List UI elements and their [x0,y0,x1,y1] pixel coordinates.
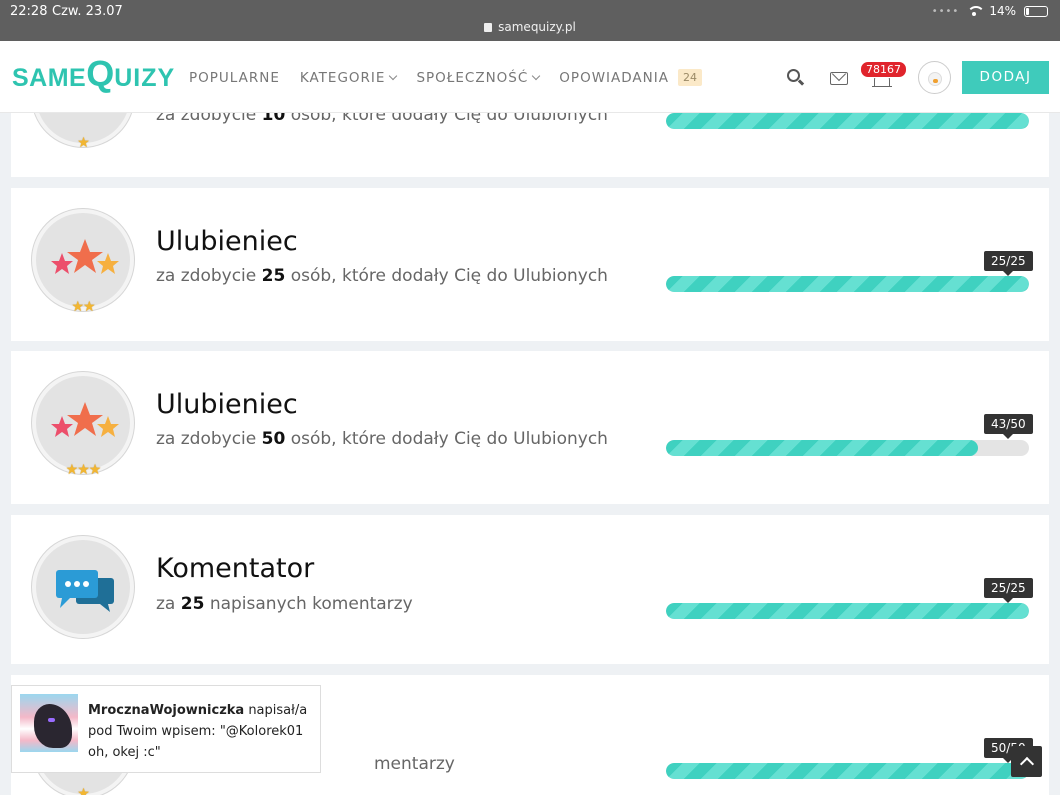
nav-community-label: SPOŁECZNOŚĆ [416,69,529,86]
level-stars-icon: ★ [77,135,90,151]
progress-bar [666,276,1029,292]
progress-fill [666,763,1029,779]
status-right: •••• 14% [932,4,1048,18]
battery-percent: 14% [989,4,1016,18]
wifi-icon [967,6,986,16]
nav-popular[interactable]: POPULARNE [189,69,280,86]
progress-bar [666,603,1029,619]
desc-suffix: mentarzy [374,754,455,774]
search-icon[interactable] [787,69,805,87]
address-bar[interactable]: samequizy.pl [0,20,1060,34]
progress-bar [666,763,1029,779]
achievement-card: ★★★ Ulubieniec za zdobycie 50 osób, któr… [11,351,1049,504]
achievement-description: za zdobycie 50 osób, które dodały Cię do… [156,429,608,449]
status-date: Czw. 23.07 [52,4,123,19]
chevron-down-icon [389,71,398,80]
progress-fill [666,113,1029,129]
stars-icon [51,402,119,437]
address-url: samequizy.pl [498,20,576,34]
nav-stories-label: OPOWIADANIA [559,69,669,86]
logo-q: Q [86,53,115,94]
level-stars-icon: ★ [77,786,90,795]
progress-tooltip: 25/25 [984,251,1033,276]
signal-dots-icon: •••• [931,5,960,17]
desc-number: 25 [180,594,205,614]
add-button[interactable]: DODAJ [962,61,1049,94]
desc-number: 50 [261,429,286,449]
progress-fill [666,603,1029,619]
progress-bar [666,440,1029,456]
battery-icon [1024,5,1048,17]
achievement-title: Ulubieniec [156,389,298,420]
desc-suffix: napisanych komentarzy [209,594,413,614]
chat-bubbles-icon [56,570,114,612]
level-stars-icon: ★★ [71,299,95,315]
site-header: SAME Q UIZY POPULARNE KATEGORIE SPOŁECZNOŚ… [0,41,1060,113]
desc-prefix: za zdobycie [156,429,257,449]
achievement-description: za 25 napisanych komentarzy [156,594,413,614]
stars-icon [51,239,119,274]
medal-badge: ★★ [32,209,134,315]
desc-number: 25 [261,266,286,286]
toast-message: MrocznaWojowniczka napisał/a pod Twoim w… [88,700,316,763]
mail-icon[interactable] [830,72,848,85]
medal-badge [32,536,134,638]
achievement-description: mentarzy [374,754,455,774]
progress-tooltip: 43/50 [984,414,1033,439]
stories-count-badge: 24 [677,69,702,86]
achievement-description: za zdobycie 25 osób, które dodały Cię do… [156,266,608,286]
level-stars-icon: ★★★ [65,462,102,478]
toast-username: MrocznaWojowniczka [88,703,245,718]
scroll-to-top-button[interactable] [1011,746,1042,777]
status-bar: 22:28 Czw. 23.07 samequizy.pl •••• 14% [0,0,1060,41]
achievement-title: Komentator [156,553,315,584]
logo-uizy: UIZY [114,64,176,92]
main-nav: POPULARNE KATEGORIE SPOŁECZNOŚĆ OPOWIADA… [189,69,702,86]
progress-tooltip: 25/25 [984,578,1033,603]
chevron-down-icon [532,71,541,80]
progress-bar [666,113,1029,129]
site-logo[interactable]: SAME Q UIZY [12,53,175,95]
lock-icon [484,23,493,32]
desc-prefix: za zdobycie [156,266,257,286]
comment-notification-toast[interactable]: MrocznaWojowniczka napisał/a pod Twoim w… [11,685,321,773]
nav-categories[interactable]: KATEGORIE [299,69,398,86]
nav-popular-label: POPULARNE [189,69,280,86]
medal-badge: ★★★ [32,372,134,478]
achievement-card: ★★ Ulubieniec za zdobycie 25 osób, które… [11,188,1049,341]
nav-stories[interactable]: OPOWIADANIA 24 [559,69,702,86]
desc-prefix: za [156,594,176,614]
avatar[interactable] [918,61,951,94]
status-time: 22:28 [10,4,48,19]
achievement-title: Ulubieniec [156,226,298,257]
desc-suffix: osób, które dodały Cię do Ulubionych [290,266,608,286]
achievement-card: Komentator za 25 napisanych komentarzy 2… [11,515,1049,664]
desc-suffix: osób, które dodały Cię do Ulubionych [290,429,608,449]
progress-fill [666,276,1029,292]
nav-categories-label: KATEGORIE [299,69,386,86]
user-avatar [20,694,78,752]
logo-same: SAME [12,64,87,92]
progress-fill [666,440,979,456]
nav-community[interactable]: SPOŁECZNOŚĆ [416,69,541,86]
notification-badge: 78167 [860,61,907,78]
